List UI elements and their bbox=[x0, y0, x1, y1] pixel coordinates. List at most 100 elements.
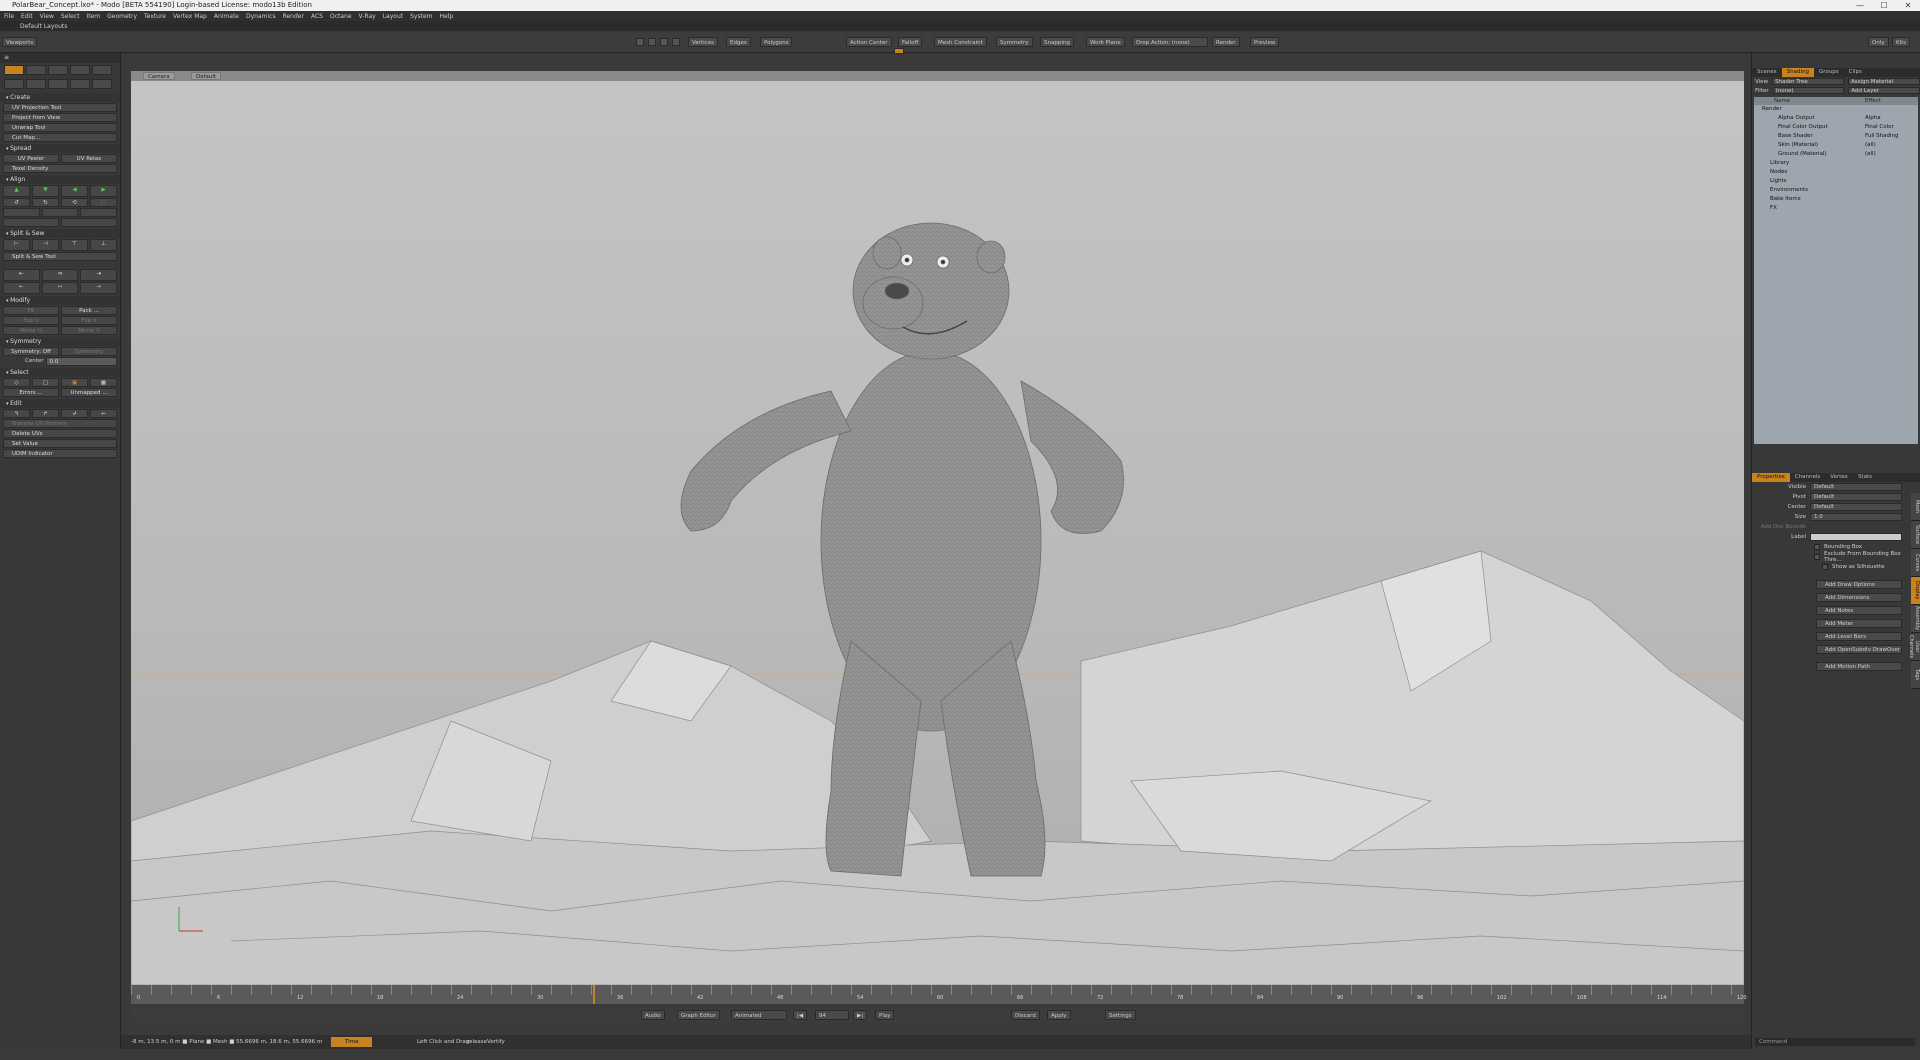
sew-both-icon[interactable]: ⇔ bbox=[41, 269, 79, 281]
close-icon[interactable]: ✕ bbox=[1896, 0, 1920, 11]
section-symmetry[interactable]: Symmetry bbox=[0, 337, 120, 346]
audio-button[interactable]: Audio bbox=[641, 1010, 665, 1020]
menu-item-v-ray[interactable]: V-Ray bbox=[359, 13, 376, 20]
menu-item-animate[interactable]: Animate bbox=[214, 13, 239, 20]
udim-indicator-button[interactable]: UDIM Indicator bbox=[3, 449, 117, 458]
only-toggle[interactable]: Only bbox=[1868, 37, 1889, 47]
menu-item-select[interactable]: Select bbox=[61, 13, 80, 20]
time-button[interactable]: Time bbox=[331, 1037, 373, 1047]
play-button[interactable]: Play bbox=[875, 1010, 895, 1020]
stack-icon[interactable]: ⬚ bbox=[90, 198, 117, 207]
unweld-icon[interactable]: ⊥ bbox=[90, 239, 117, 251]
add-dimensions-button[interactable]: Add Dimensions bbox=[1816, 593, 1902, 602]
shader-tree-row[interactable]: Ground (Material) (all) bbox=[1754, 150, 1918, 159]
add-level-bars-button[interactable]: Add Level Bars bbox=[1816, 632, 1902, 641]
selected-tool-icon[interactable] bbox=[894, 48, 904, 54]
box-select-icon[interactable] bbox=[4, 79, 24, 89]
section-align[interactable]: Align bbox=[0, 175, 120, 184]
edit-1-icon[interactable]: ↰ bbox=[3, 409, 30, 418]
stretch-button[interactable] bbox=[61, 218, 117, 227]
sew-right-icon[interactable]: ⇥ bbox=[80, 269, 118, 281]
edit-4-icon[interactable]: ← bbox=[90, 409, 117, 418]
tab-shading[interactable]: Shading bbox=[1781, 68, 1814, 77]
select-mode-3-icon[interactable]: ▣ bbox=[61, 378, 88, 387]
element-mode-icon[interactable] bbox=[648, 38, 656, 46]
symmetry-button[interactable]: Symmetry bbox=[61, 347, 117, 356]
align-left-icon[interactable]: ◀ bbox=[61, 185, 88, 197]
item-mode-icon[interactable] bbox=[660, 38, 668, 46]
unmapped-button[interactable]: Unmapped ... bbox=[61, 388, 117, 397]
timeline[interactable]: 0 6 12 18 24 30 36 42 48 54 60 66 72 78 84 90 96 102 108 11… bbox=[131, 985, 1747, 1004]
align-to-grid-button[interactable] bbox=[3, 218, 59, 227]
tab-clips[interactable]: Clips bbox=[1844, 68, 1867, 77]
menu-item-file[interactable]: File bbox=[4, 13, 14, 20]
exclude-checkbox[interactable] bbox=[1814, 554, 1820, 560]
transfer-uv-button[interactable]: Transfer UV Position bbox=[3, 419, 117, 428]
menu-item-layout[interactable]: Layout bbox=[383, 13, 403, 20]
shader-tree-row[interactable]: Lights bbox=[1754, 177, 1918, 186]
fit-button[interactable]: Fit bbox=[3, 306, 59, 315]
3d-viewport[interactable] bbox=[131, 81, 1744, 985]
texel-density-button[interactable]: Texel Density bbox=[3, 164, 117, 173]
seam-right-icon[interactable]: ⇢ bbox=[80, 282, 118, 294]
add-meter-button[interactable]: Add Meter bbox=[1816, 619, 1902, 628]
assign-material-button[interactable]: Assign Material bbox=[1848, 78, 1920, 85]
section-create[interactable]: Create bbox=[0, 93, 120, 102]
cut-map-button[interactable]: Cut Map... bbox=[3, 133, 117, 142]
scale-icon[interactable] bbox=[92, 79, 112, 89]
apply-button[interactable]: Apply bbox=[1047, 1010, 1071, 1020]
seam-both-icon[interactable]: ⇿ bbox=[41, 282, 79, 294]
edit-3-icon[interactable]: ↲ bbox=[61, 409, 88, 418]
straighten-button[interactable] bbox=[3, 208, 40, 217]
visible-dropdown[interactable]: Default bbox=[1810, 483, 1902, 491]
tab-groups[interactable]: Groups bbox=[1814, 68, 1844, 77]
add-notes-button[interactable]: Add Notes bbox=[1816, 606, 1902, 615]
render-button[interactable]: Render bbox=[1212, 37, 1240, 47]
col-effect[interactable]: Effect bbox=[1865, 97, 1881, 105]
kits-button[interactable]: Kits bbox=[1892, 37, 1911, 47]
vtab-curves[interactable]: Curves bbox=[1911, 549, 1920, 577]
viewport-scene[interactable] bbox=[131, 81, 1744, 985]
delete-uvs-button[interactable]: Delete UVs bbox=[3, 429, 117, 438]
work-plane-button[interactable]: Work Plane bbox=[1086, 37, 1125, 47]
move-icon[interactable] bbox=[92, 65, 112, 75]
minimize-icon[interactable]: — bbox=[1848, 0, 1872, 11]
tab-scenes[interactable]: Scenes bbox=[1752, 68, 1782, 77]
viewports-button[interactable]: Viewports bbox=[2, 37, 38, 47]
preview-button[interactable]: Preview bbox=[1250, 37, 1280, 47]
sew-left-icon[interactable]: ⇤ bbox=[3, 269, 40, 281]
brush-icon[interactable] bbox=[48, 79, 68, 89]
shader-tree-row[interactable]: Nodes bbox=[1754, 168, 1918, 177]
menu-item-acs[interactable]: ACS bbox=[311, 13, 323, 20]
vertices-button[interactable]: Vertices bbox=[688, 37, 718, 47]
split-icon[interactable]: ⊢ bbox=[3, 239, 30, 251]
align-down-icon[interactable]: ▼ bbox=[32, 185, 59, 197]
vtab-tags[interactable]: Tags bbox=[1911, 661, 1920, 689]
flip-u-button[interactable]: Flip U bbox=[3, 316, 59, 325]
vtab-surface[interactable]: Surface bbox=[1911, 521, 1920, 549]
center-field[interactable]: 0.0 bbox=[45, 357, 117, 366]
shader-tree-row[interactable]: Library bbox=[1754, 159, 1918, 168]
menu-item-geometry[interactable]: Geometry bbox=[107, 13, 137, 20]
uv-tool-icon[interactable] bbox=[4, 65, 24, 75]
orient-icon[interactable]: ⟲ bbox=[61, 198, 88, 207]
errors-button[interactable]: Errors ... bbox=[3, 388, 59, 397]
split-sew-tool-button[interactable]: Split & Sew Tool bbox=[3, 252, 117, 261]
lasso-icon[interactable] bbox=[26, 79, 46, 89]
edges-button[interactable]: Edges bbox=[726, 37, 751, 47]
shader-tree-row[interactable]: Final Color Output Final Color bbox=[1754, 123, 1918, 132]
shader-tree-row[interactable]: Environments bbox=[1754, 186, 1918, 195]
shader-tree-row[interactable]: Bake Items bbox=[1754, 195, 1918, 204]
paint-icon[interactable] bbox=[48, 65, 68, 75]
prop-tab-channels[interactable]: Channels bbox=[1790, 473, 1825, 482]
shader-tree-row[interactable]: Base Shader Full Shading bbox=[1754, 132, 1918, 141]
section-edit[interactable]: Edit bbox=[0, 399, 120, 408]
menu-item-system[interactable]: System bbox=[410, 13, 432, 20]
bounding-box-checkbox[interactable] bbox=[1814, 544, 1820, 550]
camera-dropdown[interactable]: Camera bbox=[143, 72, 175, 80]
vtab-assembly[interactable]: Assembly bbox=[1911, 605, 1920, 633]
menu-item-dynamics[interactable]: Dynamics bbox=[246, 13, 276, 20]
flip-v-button[interactable]: Flip V bbox=[61, 316, 117, 325]
menu-item-item[interactable]: Item bbox=[86, 13, 100, 20]
prop-tab-vertex[interactable]: Vertex bbox=[1825, 473, 1853, 482]
